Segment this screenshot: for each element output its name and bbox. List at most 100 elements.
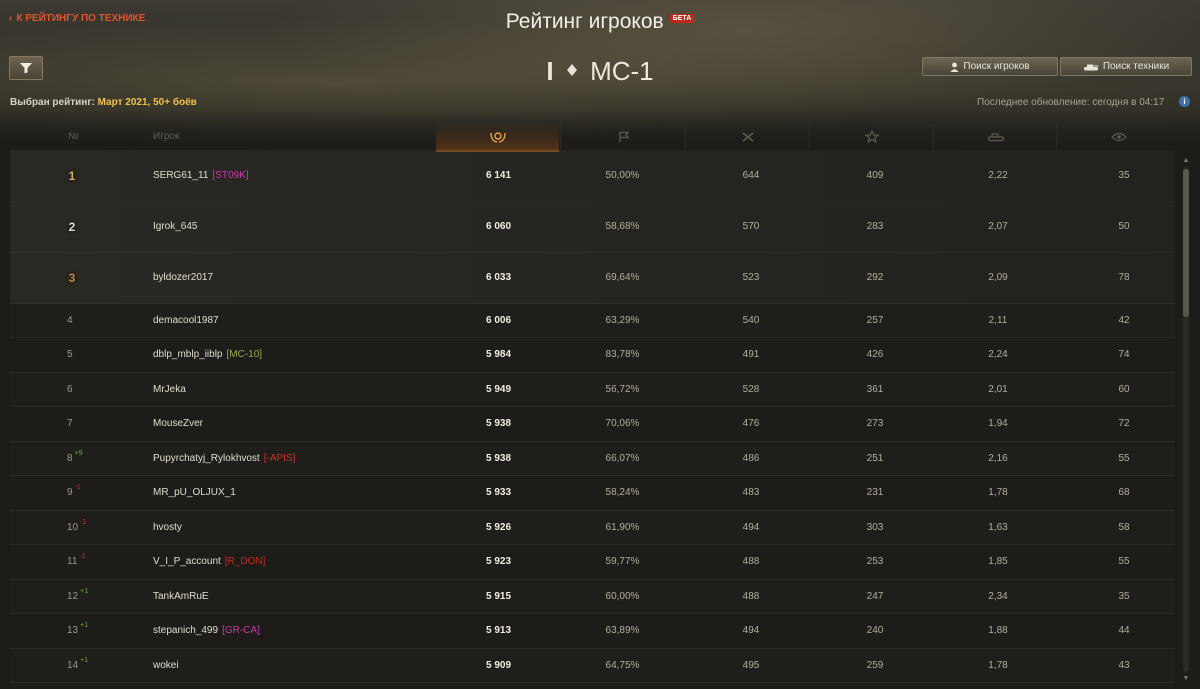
battles-count: 540	[742, 314, 760, 326]
scroll-thumb[interactable]	[1183, 169, 1189, 317]
rank-number: 11	[67, 556, 78, 567]
rank-cell: 6	[67, 372, 73, 406]
player-name-link[interactable]: wokei	[153, 660, 179, 671]
avg-experience: 409	[866, 170, 884, 181]
column-player-header[interactable]: Игрок	[153, 123, 179, 150]
spotting-value: 44	[1118, 625, 1130, 636]
avg-experience: 283	[866, 221, 884, 232]
player-icon	[950, 62, 959, 72]
table-row[interactable]: 7 MouseZver 5 938 70,06% 476 273 1,94 72	[10, 406, 1175, 442]
rank-number: 1	[68, 168, 76, 183]
avg-kills: 1,78	[988, 659, 1008, 671]
scroll-down-icon[interactable]: ▼	[1181, 675, 1191, 683]
table-row[interactable]: 10 -1 hvosty 5 926 61,90% 494 303 1,63 58	[10, 510, 1175, 545]
battles-count: 495	[742, 659, 760, 671]
rank-number: 4	[67, 314, 73, 326]
spotting-value: 43	[1118, 659, 1130, 671]
player-name-link[interactable]: dblp_mblp_iiblp	[153, 349, 223, 360]
table-row[interactable]: 11 -1 V_I_P_account [R_DON] 5 923 59,77% 488 25…	[10, 544, 1175, 580]
rank-number: 9	[67, 487, 73, 498]
scroll-up-icon[interactable]: ▲	[1181, 157, 1191, 165]
rating-score: 6 033	[485, 272, 512, 283]
avg-experience: 426	[866, 349, 884, 360]
avg-experience: 251	[866, 452, 884, 464]
win-rate: 60,00%	[605, 590, 640, 602]
player-name-link[interactable]: Igrok_645	[153, 221, 197, 232]
beta-badge: БЕТА	[669, 13, 695, 23]
column-kills-header[interactable]	[933, 123, 1057, 150]
clan-tag-link[interactable]: [GR-CA]	[222, 625, 260, 636]
player-name-link[interactable]: MR_pU_OLJUX_1	[153, 487, 236, 498]
last-update: Последнее обновление: сегодня в 04:17	[977, 97, 1165, 108]
table-row[interactable]: 9 -1 MR_pU_OLJUX_1 5 933 58,24% 483 231 1,78 68	[10, 475, 1175, 511]
clan-tag-link[interactable]: [-APIS]	[264, 453, 296, 464]
rank-change: +9	[74, 449, 83, 457]
player-name-link[interactable]: MrJeka	[153, 384, 186, 395]
info-icon[interactable]: i	[1179, 96, 1190, 107]
rating-score: 5 938	[485, 452, 512, 464]
table-row[interactable]: 1 SERG61_11 [ST09K] 6 141 50,00% 644 409 2,22 35	[10, 150, 1175, 202]
clan-tag-link[interactable]: [MC-10]	[227, 349, 263, 360]
column-rating-header[interactable]	[436, 123, 559, 152]
column-spotting-header[interactable]	[1056, 123, 1181, 150]
column-rank-header[interactable]: №	[68, 123, 79, 150]
scrollbar[interactable]: ▲ ▼	[1181, 157, 1191, 683]
spotting-value: 55	[1118, 556, 1130, 567]
battles-count: 488	[742, 556, 760, 567]
rank-cell: 2	[67, 201, 85, 252]
avg-experience: 361	[866, 383, 884, 395]
rating-score: 5 949	[485, 383, 512, 395]
player-name-link[interactable]: V_I_P_account	[153, 556, 221, 567]
player-name-link[interactable]: hvosty	[153, 522, 182, 533]
win-rate: 70,06%	[605, 418, 640, 429]
table-row[interactable]: 5 dblp_mblp_iiblp [MC-10] 5 984 83,78% 491 426…	[10, 337, 1175, 373]
column-experience-header[interactable]	[809, 123, 934, 150]
rank-number: 5	[67, 349, 73, 360]
clan-tag-link[interactable]: [ST09K]	[212, 170, 248, 181]
avg-kills: 2,11	[988, 314, 1008, 326]
rating-score: 6 060	[485, 221, 512, 232]
search-tanks-label: Поиск техники	[1102, 61, 1170, 72]
player-cell: SERG61_11 [ST09K]	[153, 150, 249, 201]
avg-kills: 2,34	[988, 590, 1008, 602]
player-name-link[interactable]: Pupyrchatyj_Rylokhvost	[153, 453, 260, 464]
rank-number: 10	[67, 521, 79, 533]
player-name-link[interactable]: demacool1987	[153, 315, 219, 326]
rating-score: 5 915	[485, 590, 512, 602]
player-name-link[interactable]: stepanich_499	[153, 625, 218, 636]
column-wins-header[interactable]	[560, 123, 686, 150]
rating-score: 6 006	[485, 314, 512, 326]
clan-tag-link[interactable]: [R_DON]	[225, 556, 266, 567]
light-tank-class-icon	[566, 64, 577, 77]
table-row[interactable]: 12 +1 TankAmRuE 5 915 60,00% 488 247 2,34 35	[10, 579, 1175, 614]
rank-cell: 5	[67, 337, 73, 372]
selected-rating-value[interactable]: Март 2021, 50+ боёв	[98, 97, 197, 108]
battles-count: 491	[742, 349, 760, 360]
player-cell: V_I_P_account [R_DON]	[153, 544, 265, 579]
table-row[interactable]: 13 +1 stepanich_499 [GR-CA] 5 913 63,89% 494 24…	[10, 613, 1175, 649]
table-row[interactable]: 2 Igrok_645 6 060 58,68% 570 283 2,07 50	[10, 201, 1175, 253]
table-row[interactable]: 14 +1 wokei 5 909 64,75% 495 259 1,78 43	[10, 648, 1175, 683]
rating-score: 5 933	[485, 487, 512, 498]
spotting-value: 58	[1118, 521, 1130, 533]
avg-kills: 1,94	[988, 418, 1008, 429]
table-row[interactable]: 6 MrJeka 5 949 56,72% 528 361 2,01 60	[10, 372, 1175, 407]
battles-count: 523	[742, 272, 760, 283]
rank-cell: 7	[67, 406, 73, 441]
column-battles-header[interactable]	[685, 123, 810, 150]
page-title-text: Рейтинг игроков	[505, 10, 664, 33]
table-row[interactable]: 4 demacool1987 6 006 63,29% 540 257 2,11 42	[10, 303, 1175, 338]
player-name-link[interactable]: SERG61_11	[153, 170, 208, 181]
avg-experience: 240	[866, 625, 884, 636]
search-tanks-button[interactable]: Поиск техники	[1060, 57, 1192, 76]
rank-change: +1	[80, 656, 89, 664]
table-row[interactable]: 8 +9 Pupyrchatyj_Rylokhvost [-APIS] 5 938 66,…	[10, 441, 1175, 476]
player-name-link[interactable]: MouseZver	[153, 418, 203, 429]
player-name-link[interactable]: TankAmRuE	[153, 591, 209, 602]
player-name-link[interactable]: byldozer2017	[153, 272, 213, 283]
table-row[interactable]: 3 byldozer2017 6 033 69,64% 523 292 2,09 78	[10, 252, 1175, 304]
player-cell: byldozer2017	[153, 252, 213, 303]
spotting-value: 35	[1118, 590, 1130, 602]
search-players-button[interactable]: Поиск игроков	[922, 57, 1058, 76]
rating-score: 5 938	[485, 418, 512, 429]
